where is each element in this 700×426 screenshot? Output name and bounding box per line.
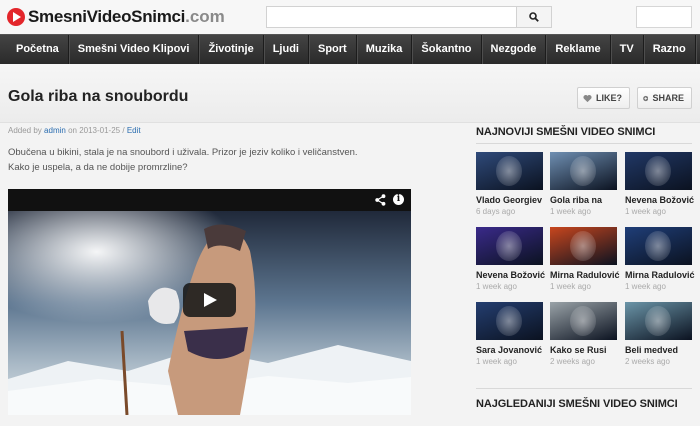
thumb-glow [570,231,596,261]
video-thumb-age: 1 week ago [625,207,666,216]
title-bar: Gola riba na snoubordu LIKE? SHARE [0,64,700,123]
video-thumb-image[interactable] [550,227,617,265]
play-button[interactable] [183,283,236,317]
video-thumb-title[interactable]: Kako se Rusi [550,345,617,355]
nav-item-zivotinje[interactable]: Životinje [199,35,264,65]
video-thumb-image[interactable] [476,152,543,190]
video-thumb-title[interactable]: Mirna Radulović [625,270,695,280]
like-label: LIKE? [596,93,622,103]
video-thumb-item[interactable]: Gola riba na 1 week ago [550,152,617,216]
video-thumb-title[interactable]: Gola riba na [550,195,617,205]
post-meta: Added by admin on 2013-01-25 / Edit [8,126,141,135]
video-thumb-item[interactable]: Sara Jovanović 1 week ago [476,302,543,366]
post-date: on 2013-01-25 [68,126,121,135]
video-thumb-item[interactable]: Nevena Božović 1 week ago [625,152,694,216]
video-thumb-image[interactable] [476,227,543,265]
thumb-glow [496,306,522,336]
author-link[interactable]: admin [44,126,66,135]
nav-item-pocetna[interactable]: Početna [7,35,69,65]
nav-item-sokantno[interactable]: Šokantno [412,35,482,65]
search-box [266,6,552,28]
video-thumb-title[interactable]: Nevena Božović [476,270,545,280]
video-thumb-age: 6 days ago [476,207,516,216]
heart-icon [583,94,592,102]
thumb-glow [645,231,671,261]
nav-item-muzika[interactable]: Muzika [357,35,413,65]
player-top-bar [8,189,411,211]
video-thumb-age: 1 week ago [550,207,591,216]
plus-circle-icon [643,95,649,101]
video-thumb-item[interactable]: Nevena Božović 1 week ago [476,227,545,291]
logo-domain: .com [185,7,225,26]
latest-videos-heading: NAJNOVIJI SMEŠNI VIDEO SNIMCI [476,126,656,138]
video-thumb-image[interactable] [625,152,692,190]
video-thumb-image[interactable] [625,227,692,265]
video-thumb-image[interactable] [625,302,692,340]
edit-link[interactable]: Edit [127,126,141,135]
search-button[interactable] [516,7,551,27]
sidebar-divider [476,388,692,389]
description-line-1: Obučena u bikini, stala je na snoubord i… [8,147,358,158]
video-thumb-age: 1 week ago [550,282,591,291]
nav-item-tv[interactable]: TV [611,35,644,65]
thumb-glow [645,306,671,336]
video-thumb-title[interactable]: Beli medved [625,345,692,355]
video-thumb-item[interactable]: Kako se Rusi 2 weeks ago [550,302,617,366]
meta-separator: / [122,126,125,135]
video-thumb-title[interactable]: Mirna Radulović [550,270,620,280]
top-header: SmesniVideoSnimci .com [0,0,700,34]
nav-item-sport[interactable]: Sport [309,35,357,65]
video-thumb-image[interactable] [550,302,617,340]
search-input[interactable] [267,7,529,27]
main-navigation: Početna Smešni Video Klipovi Životinje L… [0,34,700,65]
video-player[interactable]: i [8,189,411,415]
video-thumb-image[interactable] [476,302,543,340]
video-thumb-item[interactable]: Beli medved 2 weeks ago [625,302,692,366]
nav-item-razno[interactable]: Razno [644,35,696,65]
share-icon[interactable] [375,194,386,206]
video-thumb-image[interactable] [550,152,617,190]
nav-item-reklame[interactable]: Reklame [546,35,611,65]
search-icon [529,12,539,22]
video-thumb-title[interactable]: Sara Jovanović [476,345,543,355]
share-button[interactable]: SHARE [637,87,692,109]
video-thumb-age: 1 week ago [476,282,517,291]
video-thumb-age: 1 week ago [625,282,666,291]
video-thumb-title[interactable]: Vlado Georgiev [476,195,543,205]
thumb-glow [496,231,522,261]
play-logo-icon [7,8,25,26]
logo-text: SmesniVideoSnimci [28,7,186,26]
nav-item-nezgode[interactable]: Nezgode [482,35,547,65]
description-line-2: Kako je uspela, a da ne dobije promrzlin… [8,161,188,173]
video-thumb-item[interactable]: Mirna Radulović 1 week ago [550,227,620,291]
thumb-glow [570,306,596,336]
nav-item-smesni-video-klipovi[interactable]: Smešni Video Klipovi [69,35,200,65]
meta-prefix: Added by [8,126,42,135]
nav-item-ljudi[interactable]: Ljudi [264,35,309,65]
video-thumb-item[interactable]: Mirna Radulović 1 week ago [625,227,695,291]
post-description: Obučena u bikini, stala je na snoubord i… [8,146,448,175]
info-icon[interactable]: i [393,194,404,205]
like-button[interactable]: LIKE? [577,87,630,109]
video-thumb-age: 2 weeks ago [625,357,670,366]
site-logo[interactable]: SmesniVideoSnimci .com [7,7,225,27]
page-title: Gola riba na snoubordu [8,88,189,105]
thumb-glow [570,156,596,186]
video-thumb-title[interactable]: Nevena Božović [625,195,694,205]
popular-videos-heading: NAJGLEDANIJI SMEŠNI VIDEO SNIMCI [476,398,678,410]
share-label: SHARE [652,93,684,103]
sidebar-divider [476,143,692,144]
video-thumb-item[interactable]: Vlado Georgiev 6 days ago [476,152,543,216]
video-thumb-age: 1 week ago [476,357,517,366]
thumb-glow [645,156,671,186]
header-widget[interactable] [636,6,692,28]
thumb-glow [496,156,522,186]
video-thumb-age: 2 weeks ago [550,357,595,366]
